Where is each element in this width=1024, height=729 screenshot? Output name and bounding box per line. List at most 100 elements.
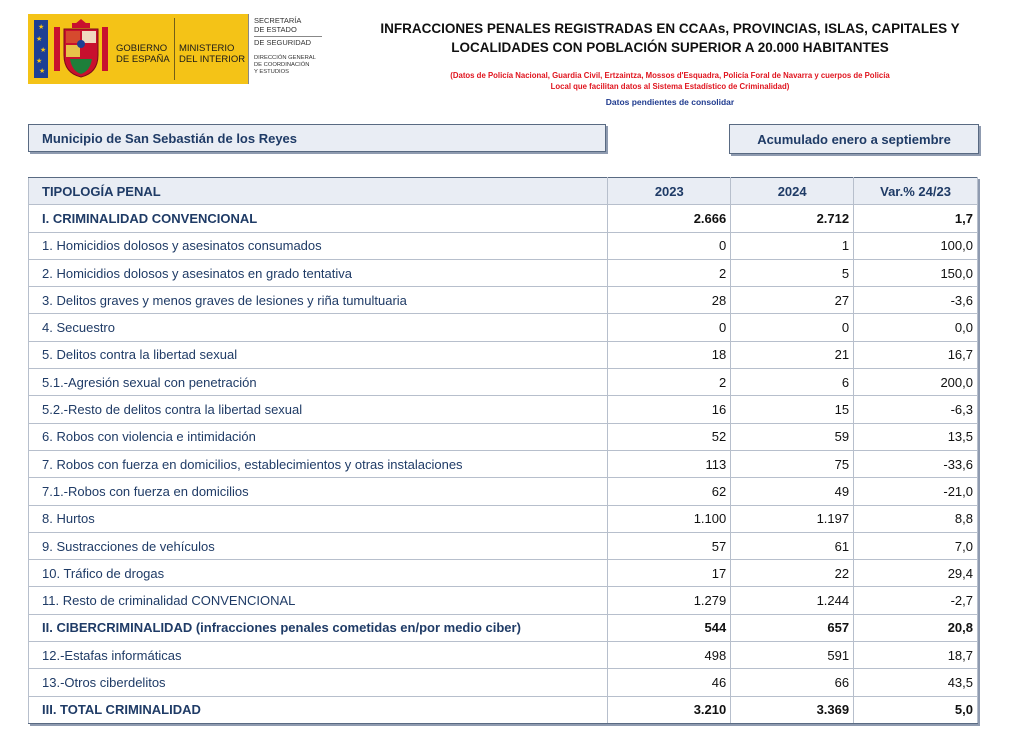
value-variation: 200,0: [853, 368, 978, 397]
header-2024: 2024: [730, 176, 855, 206]
data-sources-line-1: (Datos de Policía Nacional, Guardia Civi…: [450, 71, 890, 80]
value-2023: 17: [607, 559, 732, 588]
value-2023: 2: [607, 368, 732, 397]
table-row: 10. Tráfico de drogas 17 22 29,4: [27, 559, 978, 588]
direccion-line-2: DE COORDINACIÓN: [254, 61, 310, 68]
table-row: 3. Delitos graves y menos graves de lesi…: [27, 286, 978, 315]
row-label: 7.1.-Robos con fuerza en domicilios: [27, 477, 609, 506]
value-2023: 544: [607, 613, 732, 643]
table-row: 5.1.-Agresión sexual con penetración 2 6 20…: [27, 368, 978, 397]
secretaria-divider: [254, 36, 322, 37]
table-row: 7.1.-Robos con fuerza en domicilios 62 49-…: [27, 477, 978, 506]
value-2023: 2: [607, 258, 732, 288]
pending-data-note: Datos pendientes de consolidar: [605, 97, 735, 107]
ministerio-line-2: DEL INTERIOR: [179, 54, 246, 65]
value-2024: 1.197: [730, 504, 855, 533]
value-2024: 2.712: [730, 204, 855, 233]
crime-statistics-table: TIPOLOGÍA PENAL 2023 2024 Var.% 24/23 I.…: [27, 176, 978, 724]
value-2024: 6: [730, 368, 855, 397]
row-label: 1. Homicidios dolosos y asesinatos consu…: [27, 231, 609, 260]
table-row: 4. Secuestro 0 0 0,0: [27, 313, 978, 342]
report-title-line-2: LOCALIDADES CON POBLACIÓN SUPERIOR A 20.…: [451, 40, 889, 55]
table-row: 11. Resto de criminalidad CONVENCIONAL 1.…: [27, 586, 978, 615]
value-2023: 46: [607, 668, 732, 697]
value-2024: 61: [730, 531, 855, 561]
municipality-box: Municipio de San Sebastián de los Reyes: [28, 124, 606, 152]
value-2023: 0: [607, 313, 732, 342]
value-2023: 62: [607, 477, 732, 506]
secretaria-line-2: DE ESTADO: [254, 24, 297, 34]
value-2024: 66: [730, 668, 855, 697]
value-2023: 2.666: [607, 204, 732, 233]
value-2024: 1: [730, 231, 855, 260]
row-label: 4. Secuestro: [27, 313, 609, 342]
value-2024: 22: [730, 559, 855, 588]
value-2024: 3.369: [730, 695, 855, 724]
logo-divider: [174, 18, 175, 80]
ministerio-label: MINISTERIO DEL INTERIOR: [179, 43, 245, 65]
row-label: 3. Delitos graves y menos graves de lesi…: [27, 286, 609, 315]
row-label: 2. Homicidios dolosos y asesinatos en gr…: [27, 258, 609, 288]
value-2023: 1.100: [607, 504, 732, 533]
data-sources-line-2: Local que facilitan datos al Sistema Est…: [550, 82, 790, 91]
row-label: 12.-Estafas informáticas: [27, 641, 609, 670]
value-variation: -33,6: [853, 449, 978, 479]
table-body: I. CRIMINALIDAD CONVENCIONAL 2.666 2.712 1,…: [27, 204, 978, 724]
value-variation: 16,7: [853, 340, 978, 370]
row-label: 7. Robos con fuerza en domicilios, estab…: [27, 449, 609, 479]
table-row: 5. Delitos contra la libertad sexual 18 21…: [27, 340, 978, 370]
row-label: 11. Resto de criminalidad CONVENCIONAL: [27, 586, 609, 615]
value-2024: 75: [730, 449, 855, 479]
header-variation: Var.% 24/23: [853, 176, 978, 206]
direccion-line-1: DIRECCIÓN GENERAL: [254, 55, 316, 61]
row-label: 13.-Otros ciberdelitos: [27, 668, 609, 697]
value-variation: 100,0: [853, 231, 978, 260]
value-2024: 0: [730, 313, 855, 342]
value-variation: 43,5: [853, 668, 978, 697]
secretaria-label: SECRETARÍA DE ESTADO DE SEGURIDAD: [254, 16, 322, 48]
row-label: I. CRIMINALIDAD CONVENCIONAL: [27, 204, 609, 233]
value-2024: 657: [730, 613, 855, 643]
row-label: 5. Delitos contra la libertad sexual: [27, 340, 609, 370]
report-title-line-1: INFRACCIONES PENALES REGISTRADAS EN CCAA…: [380, 21, 960, 36]
table-header-row: TIPOLOGÍA PENAL 2023 2024 Var.% 24/23: [27, 176, 978, 206]
eu-flag-icon: ★ ★ ★ ★ ★: [34, 20, 48, 78]
row-label: 5.1.-Agresión sexual con penetración: [27, 368, 609, 397]
value-variation: -3,6: [853, 286, 978, 315]
ministerio-line-1: MINISTERIO: [179, 43, 235, 54]
table-row: I. CRIMINALIDAD CONVENCIONAL 2.666 2.712 1,…: [27, 204, 978, 233]
table-row: 2. Homicidios dolosos y asesinatos en gr…: [27, 258, 978, 288]
value-2024: 15: [730, 395, 855, 424]
value-variation: 0,0: [853, 313, 978, 342]
value-variation: -6,3: [853, 395, 978, 424]
value-2024: 59: [730, 422, 855, 451]
table-row: 7. Robos con fuerza en domicilios, estab…: [27, 449, 978, 479]
row-label: 10. Tráfico de drogas: [27, 559, 609, 588]
value-variation: 20,8: [853, 613, 978, 643]
value-2024: 591: [730, 641, 855, 670]
table-row: 8. Hurtos 1.100 1.197 8,8: [27, 504, 978, 533]
table-row: 6. Robos con violencia e intimidación 52 5…: [27, 422, 978, 451]
period-box: Acumulado enero a septiembre: [729, 124, 979, 154]
coat-of-arms-icon: [54, 19, 108, 78]
value-variation: 8,8: [853, 504, 978, 533]
table-row: II. CIBERCRIMINALIDAD (infracciones pena…: [27, 613, 978, 643]
table-row: 13.-Otros ciberdelitos 46 66 43,5: [27, 668, 978, 697]
value-2024: 49: [730, 477, 855, 506]
value-variation: 7,0: [853, 531, 978, 561]
row-label: 9. Sustracciones de vehículos: [27, 531, 609, 561]
value-2023: 1.279: [607, 586, 732, 615]
value-2024: 27: [730, 286, 855, 315]
table-row: 9. Sustracciones de vehículos 57 61 7,0: [27, 531, 978, 561]
table-row: 5.2.-Resto de delitos contra la libertad…: [27, 395, 978, 424]
value-2024: 1.244: [730, 586, 855, 615]
row-label: III. TOTAL CRIMINALIDAD: [27, 695, 609, 724]
value-variation: -21,0: [853, 477, 978, 506]
row-label: 8. Hurtos: [27, 504, 609, 533]
gobierno-label: GOBIERNO DE ESPAÑA: [116, 43, 170, 65]
value-2023: 498: [607, 641, 732, 670]
gobierno-line-1: GOBIERNO: [116, 43, 168, 54]
value-2024: 5: [730, 258, 855, 288]
value-2023: 0: [607, 231, 732, 260]
value-variation: 150,0: [853, 258, 978, 288]
